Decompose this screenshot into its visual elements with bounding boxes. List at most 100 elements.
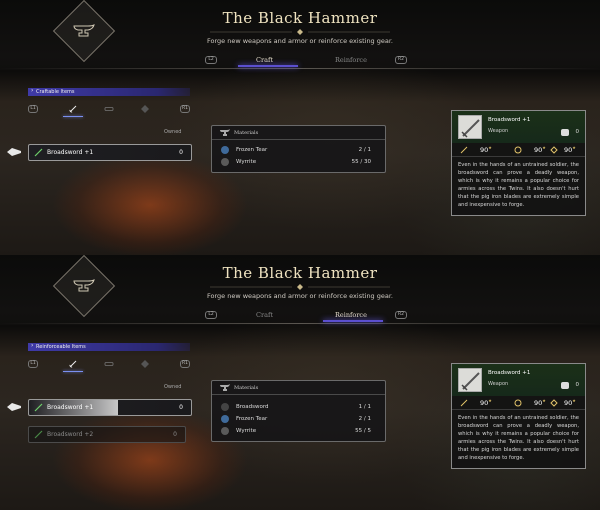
sword-filter-icon[interactable] [66,358,80,370]
armor-filter-icon[interactable] [102,358,116,370]
item-name: Broadsword +1 [47,404,94,411]
craft-screen: The Black Hammer Forge new weapons and a… [0,0,600,255]
owned-chest-icon [561,382,569,389]
sword-filter-icon[interactable] [66,103,80,115]
tab-reinforce[interactable]: Reinforce [335,311,367,319]
material-qty: 55 / 30 [351,159,371,165]
page-subtitle: Forge new weapons and armor or reinforce… [206,292,394,300]
tab-reinforce[interactable]: Reinforce [335,56,367,64]
detail-owned-count: 0 [575,382,580,388]
armor-filter-icon[interactable] [102,103,116,115]
page-title: The Black Hammer [222,9,378,27]
sword-icon [34,403,43,412]
stat-attack: 90★ [480,145,492,155]
materials-title: Materials [234,385,259,391]
filter-selected-underline [63,371,83,372]
anvil-small-icon [220,129,230,136]
hand-pointer-icon [7,403,21,411]
header-divider [0,323,600,324]
item-owned-count: 0 [173,431,177,438]
category-header: Craftable Items [28,87,190,96]
detail-item-type: Weapon [488,381,509,387]
frozen-tear-icon [221,415,229,423]
detail-item-type: Weapon [488,128,509,134]
owned-chest-icon [561,129,569,136]
page-subtitle: Forge new weapons and armor or reinforce… [206,37,394,45]
material-qty: 2 / 1 [358,416,371,422]
detail-owned-count: 0 [575,129,580,135]
r2-key-hint: R2 [395,311,407,319]
stat-attack: 90★ [480,398,492,408]
item-owned-count: 0 [179,149,183,156]
detail-stats: 90★ 90★ 90★ [452,143,585,157]
material-qty: 2 / 1 [358,147,371,153]
item-detail-card: Broadsword +1 Weapon 0 90★ 90★ 90★ Even … [451,110,586,216]
material-row: Frozen Tear 2 / 1 [212,413,385,425]
attack-icon [460,146,468,154]
wyrrite-icon [221,427,229,435]
owned-column-label: Owned [164,129,182,135]
item-name: Broadsword +1 [47,149,94,156]
accessory-filter-icon[interactable] [138,103,152,115]
materials-panel: Materials Broadsword 1 / 1 Frozen Tear 2… [211,380,386,442]
stat-magic: 90★ [564,145,576,155]
tab-craft[interactable]: Craft [256,311,273,319]
l1-key-hint: L1 [28,360,38,368]
materials-header: Materials [212,126,385,140]
material-row: Broadsword 1 / 1 [212,401,385,413]
anvil-small-icon [220,384,230,391]
item-row-broadsword-1[interactable]: Broadsword +1 0 [28,144,192,161]
sword-icon [34,430,43,439]
hand-pointer-icon [7,148,21,156]
item-detail-card: Broadsword +1 Weapon 0 90★ 90★ 90★ Even … [451,363,586,469]
tab-bar: L2 Craft Reinforce R2 [0,52,600,68]
category-header: Reinforceable Items [28,342,190,351]
stat-magic: 90★ [564,398,576,408]
title-ornament [210,284,390,290]
material-row: Wyrrite 55 / 30 [212,156,385,168]
l1-key-hint: L1 [28,105,38,113]
material-name: Wyrrite [236,428,257,434]
materials-title: Materials [234,130,259,136]
l2-key-hint: L2 [205,56,217,64]
broadsword-thumbnail [458,368,482,392]
stat-stagger: 90★ [534,145,546,155]
material-name: Frozen Tear [236,147,268,153]
item-row-broadsword-1[interactable]: Broadsword +1 0 [28,399,192,416]
sword-icon [34,148,43,157]
material-name: Broadsword [236,404,269,410]
tab-reinforce-underline [323,320,383,322]
detail-description: Even in the hands of an untrained soldie… [458,415,579,461]
materials-panel: Materials Frozen Tear 2 / 1 Wyrrite 55 /… [211,125,386,173]
attack-icon [460,399,468,407]
item-name: Broadsword +2 [47,431,94,438]
frozen-tear-icon [221,146,229,154]
accessory-filter-icon[interactable] [138,358,152,370]
material-qty: 55 / 5 [355,428,371,434]
title-ornament [210,29,390,35]
detail-description: Even in the hands of an untrained soldie… [458,162,579,208]
reinforce-screen: The Black Hammer Forge new weapons and a… [0,255,600,510]
material-name: Wyrrite [236,159,257,165]
filter-bar: L1 R1 [28,358,190,372]
owned-column-label: Owned [164,384,182,390]
tab-craft-underline [238,65,298,67]
tab-bar: L2 Craft Reinforce R2 [0,307,600,323]
stat-stagger: 90★ [534,398,546,408]
tab-craft[interactable]: Craft [256,56,273,64]
broadsword-thumbnail [458,115,482,139]
l2-key-hint: L2 [205,311,217,319]
stagger-icon [514,146,522,154]
detail-item-name: Broadsword +1 [488,370,531,376]
page-title: The Black Hammer [222,264,378,282]
materials-header: Materials [212,381,385,395]
magic-icon [550,146,558,154]
magic-icon [550,399,558,407]
detail-header: Broadsword +1 Weapon 0 [452,364,585,396]
detail-stats: 90★ 90★ 90★ [452,396,585,410]
detail-item-name: Broadsword +1 [488,117,531,123]
broadsword-icon [221,403,229,411]
item-owned-count: 0 [179,404,183,411]
item-row-broadsword-2[interactable]: Broadsword +2 0 [28,426,186,443]
filter-bar: L1 R1 [28,103,190,117]
